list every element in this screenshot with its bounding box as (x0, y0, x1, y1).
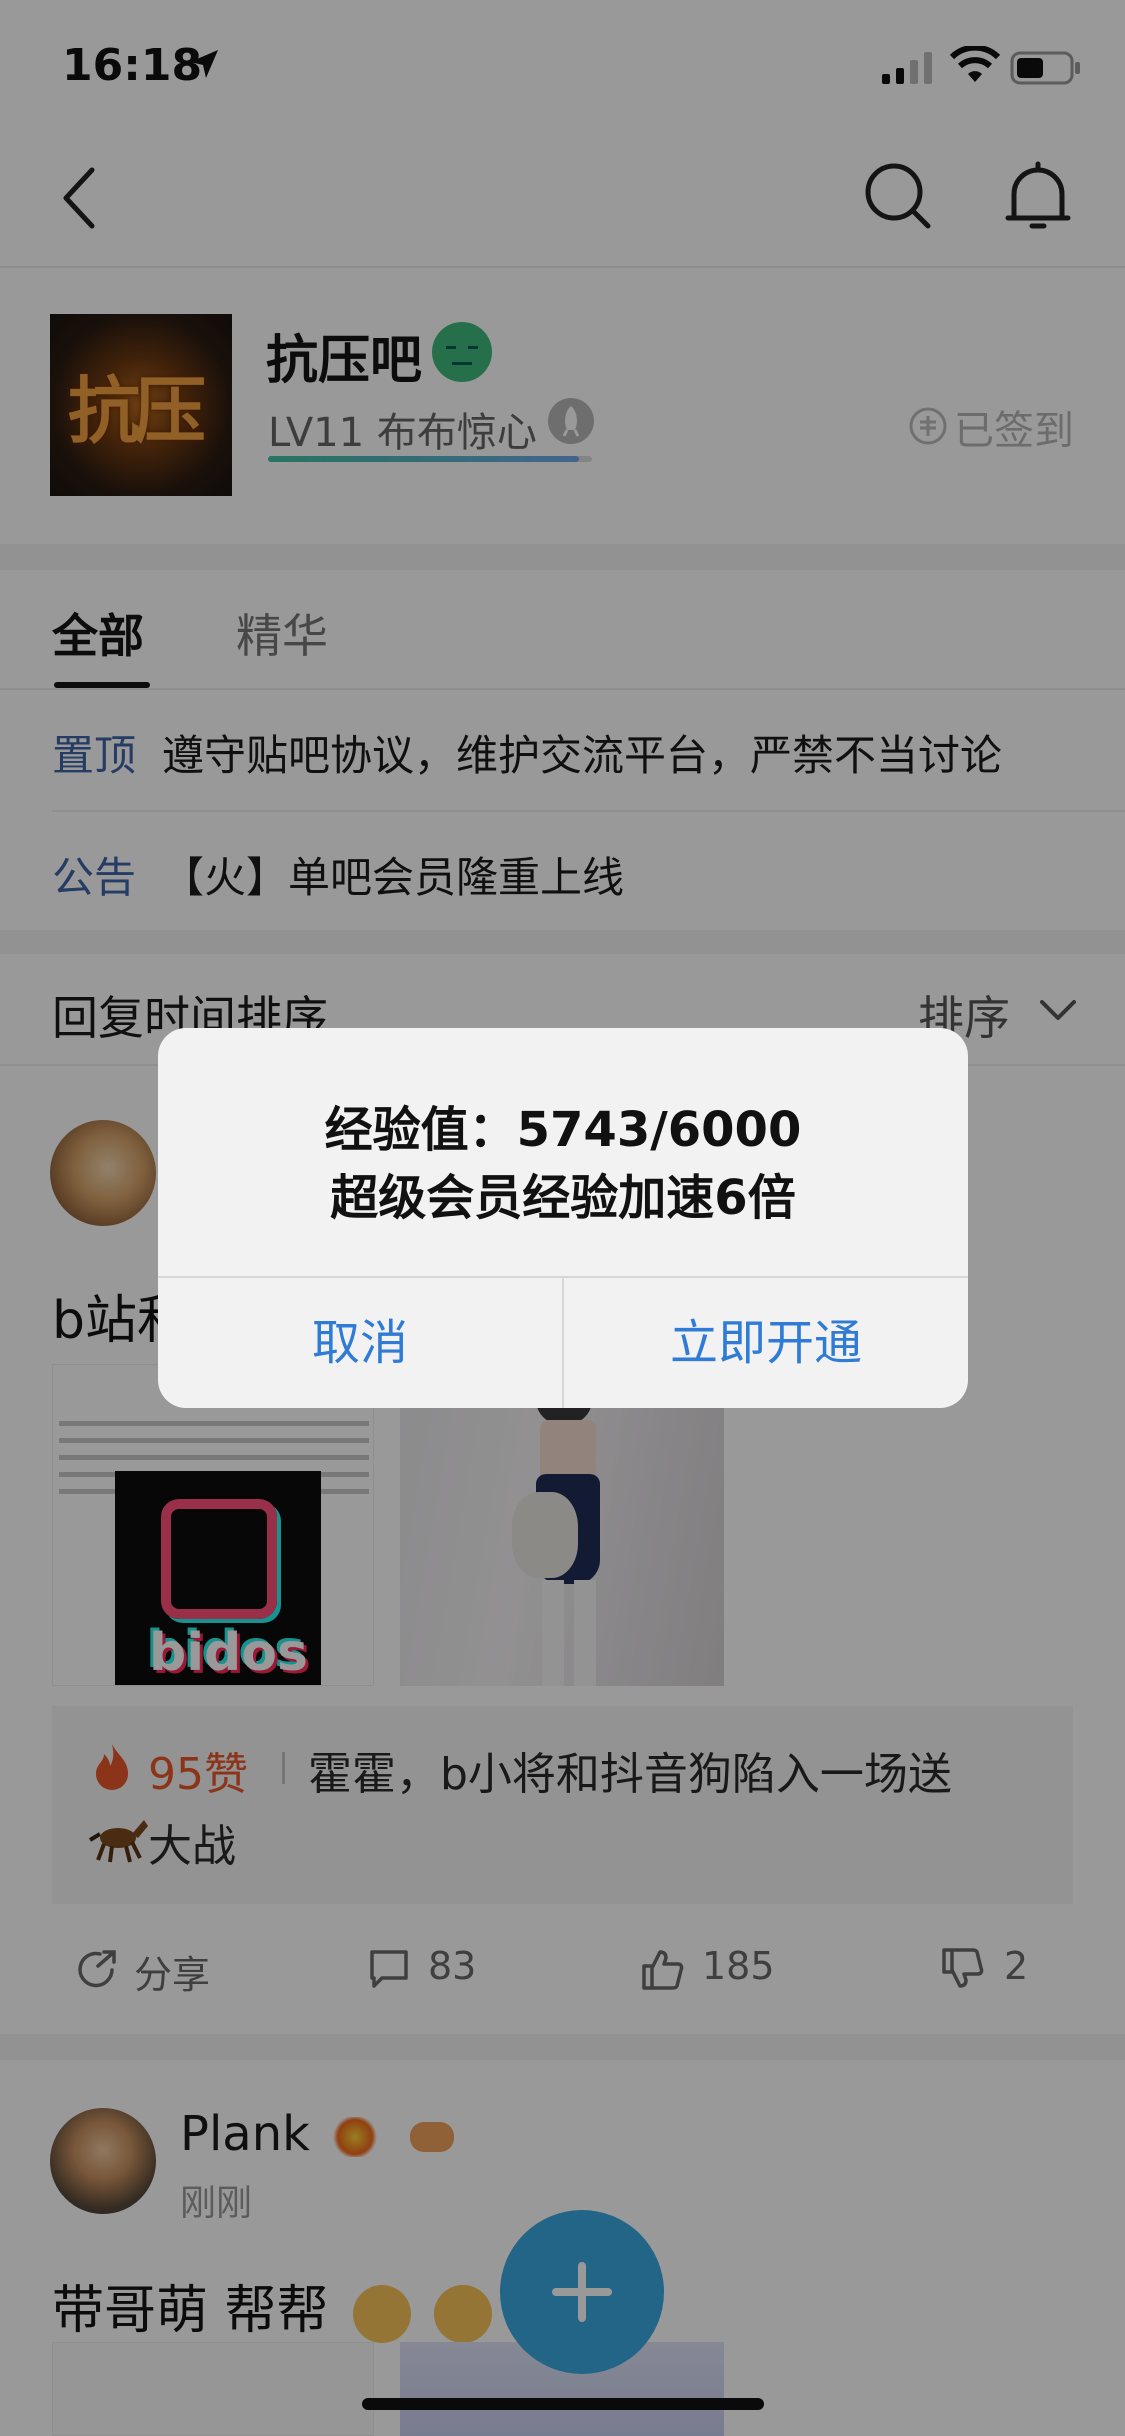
cancel-button[interactable]: 取消 (158, 1278, 562, 1408)
activate-now-button[interactable]: 立即开通 (564, 1278, 968, 1408)
alert-dialog: 经验值：5743/6000 超级会员经验加速6倍 取消 立即开通 (158, 1028, 968, 1408)
alert-message-boost: 超级会员经验加速6倍 (330, 1170, 796, 1226)
alert-message-exp: 经验值：5743/6000 (324, 1102, 802, 1158)
